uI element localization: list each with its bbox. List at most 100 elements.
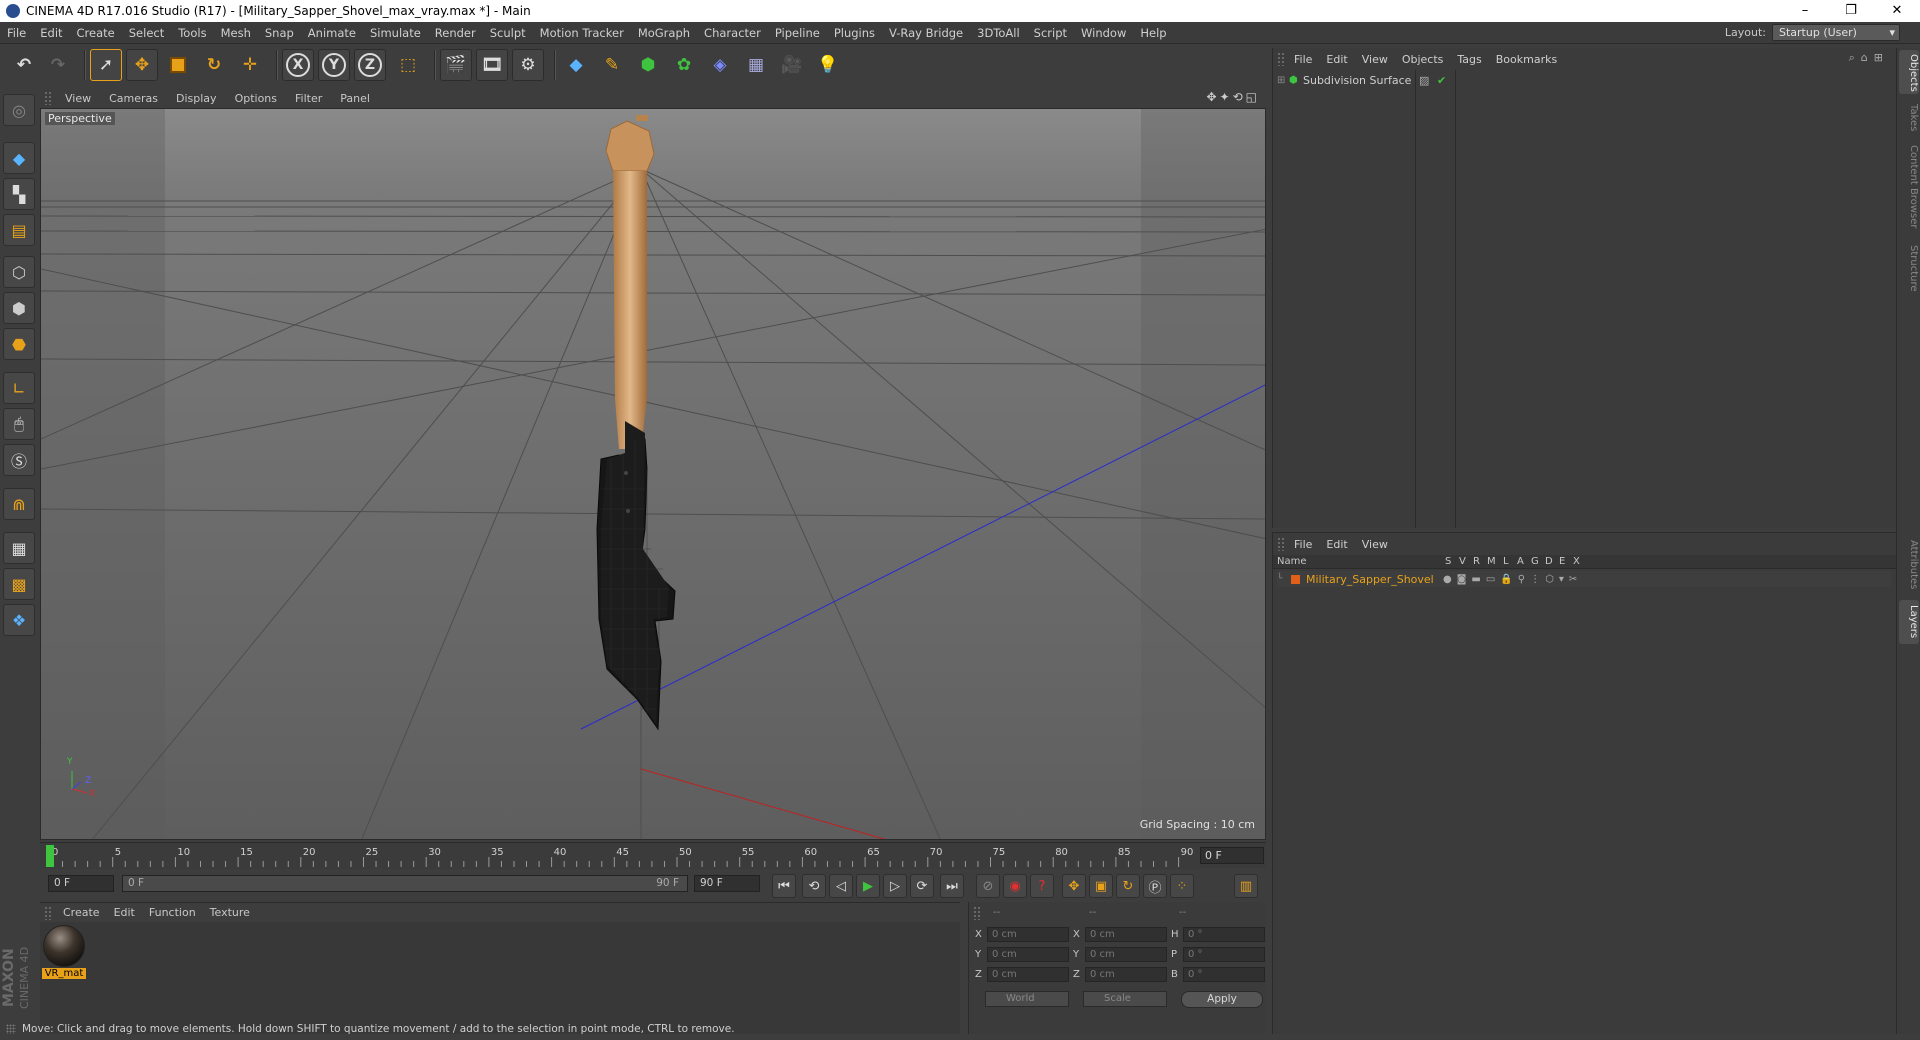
make-editable-icon[interactable]: ◎	[3, 94, 35, 126]
coordinate-system-icon[interactable]: ⬚	[392, 49, 424, 81]
cloner-icon[interactable]: ✿	[668, 49, 700, 81]
viewport-menu-display[interactable]: Display	[167, 92, 226, 105]
y-axis-lock-button[interactable]: Y	[318, 49, 350, 81]
obj-menu-objects[interactable]: Objects	[1395, 53, 1451, 66]
coordinate-space-dropdown[interactable]: World	[985, 991, 1069, 1007]
material-menu-function[interactable]: Function	[142, 906, 203, 919]
menu-snap[interactable]: Snap	[258, 26, 301, 40]
go-to-end-icon[interactable]: ⏭	[940, 874, 964, 898]
layer-menu-edit[interactable]: Edit	[1319, 538, 1354, 551]
object-visibility-icon[interactable]: ▨	[1419, 74, 1429, 87]
go-to-start-icon[interactable]: ⏮	[772, 874, 796, 898]
obj-menu-file[interactable]: File	[1287, 53, 1319, 66]
scale-tool-icon[interactable]	[162, 49, 194, 81]
tab-takes[interactable]: Takes	[1899, 100, 1919, 136]
pos-z-field[interactable]: 0 cm	[987, 967, 1069, 982]
recent-tools-icon[interactable]: ✛	[234, 49, 266, 81]
material-swatch[interactable]: VR_mat	[42, 925, 86, 981]
subdivision-surface-icon[interactable]: ⬢	[632, 49, 664, 81]
layer-col-locked[interactable]: L	[1503, 555, 1509, 569]
axis-mode-icon[interactable]: ∟	[3, 372, 35, 404]
layer-col-view[interactable]: V	[1459, 555, 1466, 569]
rot-p-field[interactable]: 0 °	[1183, 947, 1265, 962]
menu-script[interactable]: Script	[1027, 26, 1074, 40]
menu-help[interactable]: Help	[1133, 26, 1173, 40]
previous-key-icon[interactable]: ⟲	[802, 874, 826, 898]
timeline-ruler[interactable]: 0 5 10 15 20 25 30 35 40 45 50 55 60 65 70 75 80 85 90 0 F	[40, 842, 1266, 869]
material-menu-texture[interactable]: Texture	[203, 906, 257, 919]
menu-vray-bridge[interactable]: V-Ray Bridge	[882, 26, 970, 40]
pen-spline-icon[interactable]: ✎	[596, 49, 628, 81]
layer-col-deformers[interactable]: D	[1545, 555, 1553, 569]
frame-range-slider[interactable]: 0 F 90 F	[122, 875, 688, 892]
planar-workplane-icon[interactable]: ▩	[3, 568, 35, 600]
next-key-icon[interactable]: ⟳	[910, 874, 934, 898]
layout-dropdown[interactable]: Startup (User)	[1772, 24, 1900, 41]
size-z-field[interactable]: 0 cm	[1085, 967, 1167, 982]
size-x-field[interactable]: 0 cm	[1085, 927, 1167, 942]
previous-frame-icon[interactable]: ◁	[829, 874, 853, 898]
redo-icon[interactable]: ↷	[42, 49, 74, 81]
material-menu-create[interactable]: Create	[56, 906, 107, 919]
3d-viewport[interactable]: Y X Z Perspective Grid Spacing : 10 cm	[40, 108, 1266, 840]
viewport-menu-view[interactable]: View	[56, 92, 100, 105]
layer-col-manager[interactable]: M	[1487, 555, 1496, 569]
x-axis-lock-button[interactable]: X	[282, 49, 314, 81]
layer-col-generators[interactable]: G	[1531, 555, 1539, 569]
camera-icon[interactable]: 🎥	[776, 49, 808, 81]
model-mode-icon[interactable]: ◆	[3, 142, 35, 174]
menu-file[interactable]: File	[0, 26, 33, 40]
menu-mesh[interactable]: Mesh	[214, 26, 258, 40]
tab-structure[interactable]: Structure	[1899, 240, 1919, 296]
layer-col-expressions[interactable]: E	[1559, 555, 1565, 569]
restore-button[interactable]: ❐	[1828, 0, 1874, 22]
layer-name[interactable]: Military_Sapper_Shovel	[1306, 573, 1434, 586]
enable-snap-icon[interactable]: ⋒	[3, 488, 35, 520]
pos-x-field[interactable]: 0 cm	[987, 927, 1069, 942]
layer-row[interactable]: └ Military_Sapper_Shovel ●◙▬▭🔒⚲⋮⬡▾✂	[1277, 571, 1891, 587]
obj-menu-tags[interactable]: Tags	[1450, 53, 1488, 66]
tweak-mode-icon[interactable]: 🖱	[3, 408, 35, 440]
expand-icon[interactable]: ⊞	[1277, 75, 1289, 86]
scale-key-icon[interactable]: ▣	[1089, 874, 1113, 898]
snap-icon[interactable]: Ⓢ	[3, 444, 35, 476]
menu-sculpt[interactable]: Sculpt	[483, 26, 533, 40]
obj-menu-edit[interactable]: Edit	[1319, 53, 1354, 66]
apply-button[interactable]: Apply	[1181, 991, 1263, 1008]
layer-col-render[interactable]: R	[1473, 555, 1480, 569]
render-view-icon[interactable]: 🎬	[440, 49, 472, 81]
menu-render[interactable]: Render	[428, 26, 483, 40]
move-tool-icon[interactable]: ✥	[126, 49, 158, 81]
polygons-mode-icon[interactable]: ⬣	[3, 328, 35, 360]
menu-motion-tracker[interactable]: Motion Tracker	[533, 26, 631, 40]
object-enabled-check-icon[interactable]: ✔	[1437, 74, 1446, 87]
layer-menu-view[interactable]: View	[1355, 538, 1395, 551]
obj-menu-view[interactable]: View	[1355, 53, 1395, 66]
material-menu-edit[interactable]: Edit	[107, 906, 142, 919]
live-selection-icon[interactable]: ➚	[90, 49, 122, 81]
layer-color-swatch[interactable]	[1291, 574, 1300, 584]
layer-col-xref[interactable]: X	[1573, 555, 1580, 569]
point-level-animation-icon[interactable]: ⁘	[1170, 874, 1194, 898]
play-forward-icon[interactable]: ▶	[856, 874, 880, 898]
menu-window[interactable]: Window	[1074, 26, 1133, 40]
coordinate-mode-dropdown[interactable]: Scale	[1083, 991, 1167, 1007]
menu-select[interactable]: Select	[122, 26, 171, 40]
layer-col-animation[interactable]: A	[1517, 555, 1524, 569]
menu-edit[interactable]: Edit	[33, 26, 69, 40]
timeline-window-icon[interactable]: ▥	[1234, 874, 1258, 898]
layer-col-solo[interactable]: S	[1445, 555, 1451, 569]
menu-character[interactable]: Character	[697, 26, 768, 40]
texture-mode-icon[interactable]: ▚	[3, 178, 35, 210]
tab-attributes[interactable]: Attributes	[1899, 534, 1919, 596]
python-icon[interactable]: ❖	[3, 604, 35, 636]
current-frame-field[interactable]: 0 F	[1200, 847, 1264, 864]
menu-plugins[interactable]: Plugins	[827, 26, 882, 40]
close-button[interactable]: ✕	[1874, 0, 1920, 22]
viewport-menu-cameras[interactable]: Cameras	[100, 92, 167, 105]
edges-mode-icon[interactable]: ⬢	[3, 292, 35, 324]
menu-3dtoall[interactable]: 3DToAll	[970, 26, 1027, 40]
rot-h-field[interactable]: 0 °	[1183, 927, 1265, 942]
menu-mograph[interactable]: MoGraph	[631, 26, 697, 40]
end-frame-field[interactable]: 90 F	[694, 875, 760, 892]
